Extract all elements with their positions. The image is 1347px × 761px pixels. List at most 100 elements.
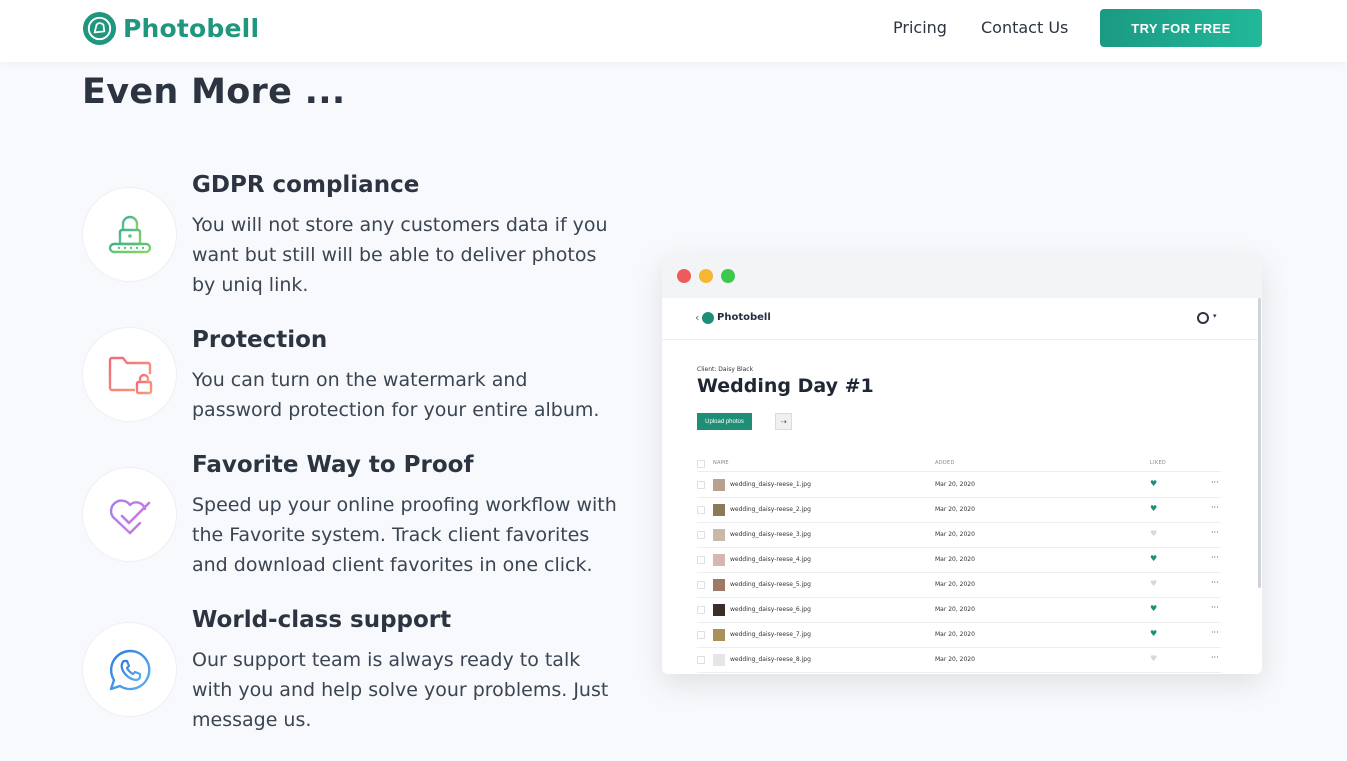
photo-thumbnail <box>713 479 725 491</box>
feature-text: You can turn on the watermark and passwo… <box>192 369 600 421</box>
window-titlebar <box>662 254 1262 298</box>
section-title: Even More ... <box>82 72 346 112</box>
window-maximize-dot <box>721 269 735 283</box>
more-options-icon: ··· <box>1211 553 1219 562</box>
lock-icon <box>108 215 151 253</box>
date-added: Mar 20, 2020 <box>935 481 975 488</box>
file-name: wedding_daisy-reese_1.jpg <box>730 481 811 488</box>
client-label: Client: Daisy Black <box>697 366 754 373</box>
more-options-icon: ··· <box>1211 578 1219 587</box>
photo-thumbnail <box>713 629 725 641</box>
window-body: ‹ Photobell ▾ Client: Daisy Black Weddin… <box>662 298 1262 674</box>
row-checkbox <box>697 531 705 539</box>
chevron-down-icon: ▾ <box>1213 312 1217 320</box>
more-options-icon: ··· <box>1211 478 1219 487</box>
brand-logo[interactable]: Photobell <box>82 11 259 46</box>
table-header: NAME ADDED LIKED <box>697 458 1221 472</box>
photo-thumbnail <box>713 654 725 666</box>
user-avatar-icon <box>1197 312 1209 324</box>
heart-icon: ♥ <box>1150 554 1158 563</box>
table-row: wedding_daisy-reese_7.jpg Mar 20, 2020 ♥ ··… <box>697 623 1221 648</box>
row-checkbox <box>697 581 705 589</box>
column-liked: LIKED <box>1150 460 1167 466</box>
date-added: Mar 20, 2020 <box>935 531 975 538</box>
table-row: wedding_daisy-reese_6.jpg Mar 20, 2020 ♥ ··… <box>697 598 1221 623</box>
chat-phone-icon <box>109 649 150 690</box>
more-options-icon: ··· <box>1211 528 1219 537</box>
date-added: Mar 20, 2020 <box>935 581 975 588</box>
photo-thumbnail <box>713 554 725 566</box>
heart-icon: ♥ <box>1150 579 1158 588</box>
row-checkbox <box>697 656 705 664</box>
feature-title: Protection <box>192 327 328 353</box>
file-name: wedding_daisy-reese_7.jpg <box>730 631 811 638</box>
column-added: ADDED <box>935 460 955 466</box>
feature-text: You will not store any customers data if… <box>192 214 608 296</box>
row-checkbox <box>697 556 705 564</box>
upload-photos-button: Upload photos <box>697 413 752 430</box>
feature-icon-circle <box>82 327 177 422</box>
file-name: wedding_daisy-reese_6.jpg <box>730 606 811 613</box>
feature-icon-circle <box>82 187 177 282</box>
select-all-checkbox <box>697 460 705 468</box>
window-close-dot <box>677 269 691 283</box>
photo-thumbnail <box>713 504 725 516</box>
date-added: Mar 20, 2020 <box>935 506 975 513</box>
photo-thumbnail <box>713 604 725 616</box>
scrollbar <box>1258 298 1261 588</box>
feature-title: GDPR compliance <box>192 172 420 198</box>
album-title: Wedding Day #1 <box>697 375 874 397</box>
top-navigation: Photobell Pricing Contact Us TRY FOR FRE… <box>0 0 1347 62</box>
date-added: Mar 20, 2020 <box>935 556 975 563</box>
heart-icon: ♥ <box>1150 479 1158 488</box>
app-brand: Photobell <box>717 312 771 323</box>
table-row: wedding_daisy-reese_5.jpg Mar 20, 2020 ♥ ··… <box>697 573 1221 598</box>
more-options-icon: ··· <box>1211 628 1219 637</box>
file-name: wedding_daisy-reese_8.jpg <box>730 656 811 663</box>
row-checkbox <box>697 506 705 514</box>
row-checkbox <box>697 606 705 614</box>
back-chevron-icon: ‹ <box>695 311 700 324</box>
feature-title: World-class support <box>192 607 452 633</box>
photo-thumbnail <box>713 529 725 541</box>
more-options-icon: ··· <box>1211 603 1219 612</box>
file-name: wedding_daisy-reese_5.jpg <box>730 581 811 588</box>
row-checkbox <box>697 631 705 639</box>
table-row: wedding_daisy-reese_2.jpg Mar 20, 2020 ♥ ··… <box>697 498 1221 523</box>
folder-lock-icon <box>108 356 152 394</box>
app-logo-icon <box>702 312 714 324</box>
table-row: wedding_daisy-reese_8.jpg Mar 20, 2020 ♥ ··… <box>697 648 1221 673</box>
more-options-icon: ··· <box>1211 653 1219 662</box>
file-name: wedding_daisy-reese_3.jpg <box>730 531 811 538</box>
table-row: wedding_daisy-reese_3.jpg Mar 20, 2020 ♥ ··… <box>697 523 1221 548</box>
app-preview-window: ‹ Photobell ▾ Client: Daisy Black Weddin… <box>662 254 1262 674</box>
brand-name: Photobell <box>123 14 260 43</box>
heart-check-icon <box>109 498 150 534</box>
more-options-icon: ··· <box>1211 503 1219 512</box>
photo-thumbnail <box>713 579 725 591</box>
nav-pricing-link[interactable]: Pricing <box>893 18 947 37</box>
file-name: wedding_daisy-reese_2.jpg <box>730 506 811 513</box>
photobell-logo-icon <box>82 11 117 46</box>
date-added: Mar 20, 2020 <box>935 631 975 638</box>
nav-contact-link[interactable]: Contact Us <box>981 18 1068 37</box>
feature-icon-circle <box>82 622 177 717</box>
date-added: Mar 20, 2020 <box>935 656 975 663</box>
heart-icon: ♥ <box>1150 504 1158 513</box>
heart-icon: ♥ <box>1150 654 1158 663</box>
app-header: ‹ Photobell ▾ <box>662 298 1258 340</box>
table-row: wedding_daisy-reese_1.jpg Mar 20, 2020 ♥ ··… <box>697 473 1221 498</box>
heart-icon: ♥ <box>1150 529 1158 538</box>
file-name: wedding_daisy-reese_4.jpg <box>730 556 811 563</box>
row-checkbox <box>697 481 705 489</box>
heart-icon: ♥ <box>1150 604 1158 613</box>
feature-text: Speed up your online proofing workflow w… <box>192 494 617 576</box>
heart-icon: ♥ <box>1150 629 1158 638</box>
feature-text: Our support team is always ready to talk… <box>192 649 609 731</box>
share-icon: ⇢ <box>775 413 792 430</box>
feature-icon-circle <box>82 467 177 562</box>
try-for-free-button[interactable]: TRY FOR FREE <box>1100 9 1262 47</box>
date-added: Mar 20, 2020 <box>935 606 975 613</box>
column-name: NAME <box>713 460 729 466</box>
window-minimize-dot <box>699 269 713 283</box>
